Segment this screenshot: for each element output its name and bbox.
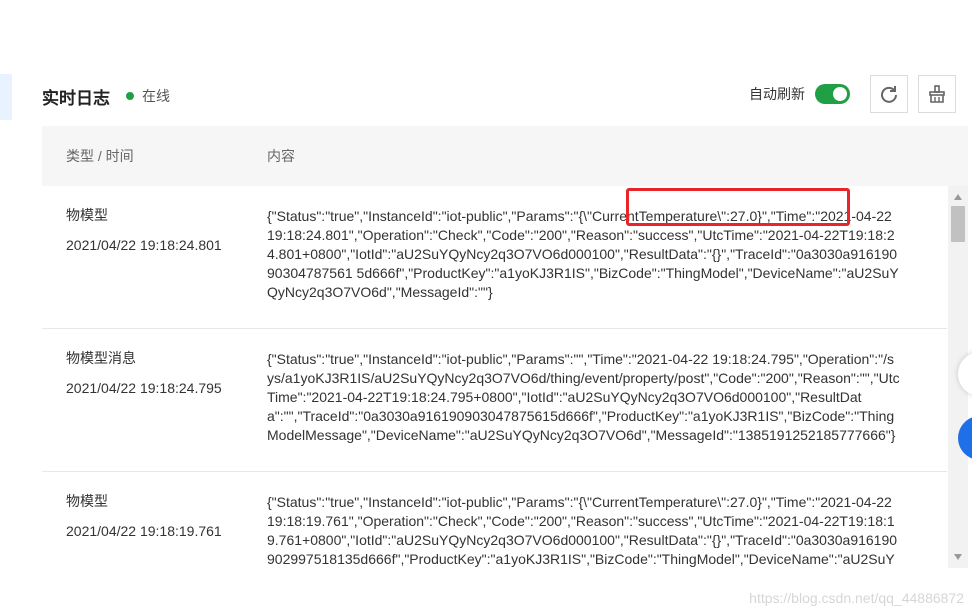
auto-refresh-label: 自动刷新	[749, 86, 805, 102]
online-status-text: 在线	[142, 88, 170, 104]
refresh-icon	[881, 86, 897, 103]
clear-log-button[interactable]	[918, 75, 956, 113]
type-time-cell: 物模型消息 2021/04/22 19:18:24.795	[42, 329, 267, 471]
refresh-button[interactable]	[870, 75, 908, 113]
clear-broom-icon	[929, 85, 945, 103]
log-header: 实时日志 在线	[42, 84, 170, 108]
log-type: 物模型消息	[66, 350, 136, 366]
column-header-content: 内容	[267, 148, 295, 164]
type-time-cell: 物模型 2021/04/22 19:18:19.761	[42, 472, 267, 568]
log-content: {"Status":"true","InstanceId":"iot-publi…	[267, 351, 900, 443]
log-time: 2021/04/22 19:18:24.801	[66, 237, 222, 253]
left-nav-active-indicator	[0, 74, 12, 120]
table-row: 物模型消息 2021/04/22 19:18:24.795 {"Status":…	[42, 329, 947, 472]
table-header: 类型 / 时间 内容	[42, 126, 968, 186]
highlight-annotation-box	[626, 188, 850, 226]
column-header-type-time: 类型 / 时间	[66, 148, 134, 164]
type-time-cell: 物模型 2021/04/22 19:18:24.801	[42, 186, 267, 328]
scroll-up-arrow-icon[interactable]	[954, 194, 962, 200]
watermark: https://blog.csdn.net/qq_44886872	[749, 590, 964, 606]
log-type: 物模型	[66, 207, 108, 223]
table-row: 物模型 2021/04/22 19:18:19.761 {"Status":"t…	[42, 472, 947, 568]
log-toolbar: 自动刷新	[749, 75, 956, 113]
log-content: {"Status":"true","InstanceId":"iot-publi…	[267, 494, 898, 567]
scrollbar-thumb[interactable]	[951, 206, 965, 242]
online-status-dot	[126, 92, 134, 100]
toggle-knob	[833, 87, 847, 101]
log-time: 2021/04/22 19:18:24.795	[66, 380, 222, 396]
scroll-down-arrow-icon[interactable]	[954, 554, 962, 560]
page-title: 实时日志	[42, 88, 110, 108]
auto-refresh-toggle[interactable]	[815, 84, 850, 104]
log-time: 2021/04/22 19:18:19.761	[66, 523, 222, 539]
log-type: 物模型	[66, 493, 108, 509]
